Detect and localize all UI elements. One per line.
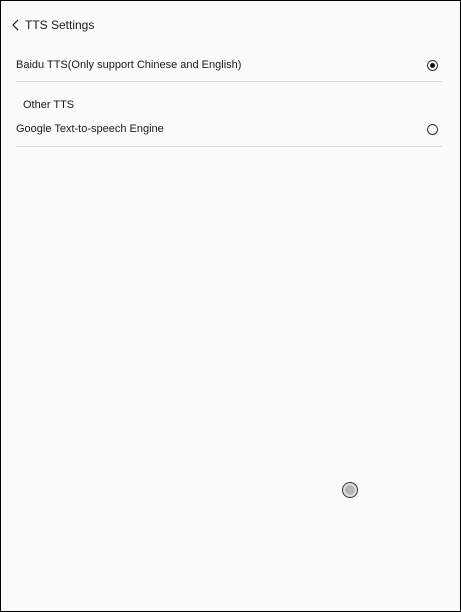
baidu-tts-option[interactable]: Baidu TTS(Only support Chinese and Engli…	[16, 50, 442, 80]
touch-point-icon	[342, 482, 358, 498]
divider	[16, 81, 442, 82]
google-tts-label: Google Text-to-speech Engine	[16, 123, 164, 135]
other-tts-section-label: Other TTS	[23, 99, 75, 111]
baidu-tts-radio[interactable]	[427, 59, 438, 71]
google-tts-radio[interactable]	[427, 123, 438, 135]
header-bar: TTS Settings	[1, 1, 460, 43]
tts-settings-screen: TTS Settings Baidu TTS(Only support Chin…	[0, 0, 461, 612]
back-button[interactable]: TTS Settings	[11, 15, 94, 35]
baidu-tts-label: Baidu TTS(Only support Chinese and Engli…	[16, 59, 242, 71]
page-title: TTS Settings	[25, 18, 95, 32]
google-tts-option[interactable]: Google Text-to-speech Engine	[16, 114, 442, 144]
chevron-left-icon	[11, 18, 21, 32]
divider	[16, 146, 442, 147]
